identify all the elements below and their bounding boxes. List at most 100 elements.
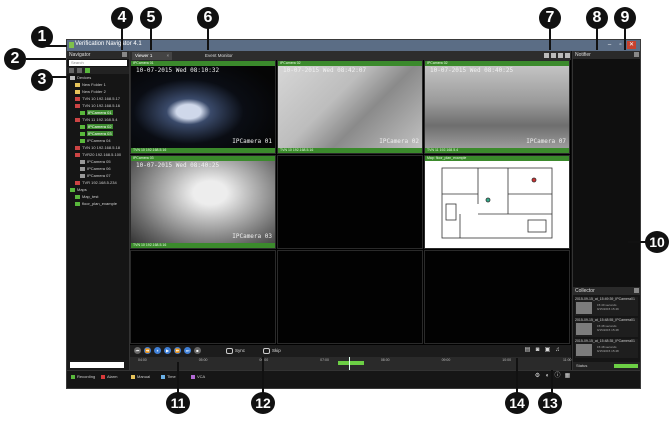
minimize-button[interactable]: – [605, 41, 614, 49]
collector-item[interactable]: 2015-09-15_at_15:49:39_IPCamera01 15:49 s… [575, 297, 638, 316]
layout-1x1-icon[interactable] [544, 53, 549, 58]
osd-camera-name: IPCamera 03 [232, 233, 272, 240]
camera-view-cell[interactable]: IPCamera 01 10-07-2015 Wed 08:10:32 IPCame… [130, 60, 276, 154]
notifier-title: Notifier [575, 52, 591, 58]
tree-item[interactable]: IPCamera 06 [67, 165, 129, 172]
tree-item-label: IPCamera 04 [87, 138, 111, 143]
expand-all-icon[interactable] [69, 68, 74, 73]
skip-start-button[interactable]: ⏮ [134, 347, 141, 354]
tree-item[interactable]: TVR 192.168.5.234 [67, 179, 129, 186]
tree-item[interactable]: IPCamera 01 [67, 109, 129, 116]
tree-item[interactable]: TVN 10 192.168.5.17 [67, 95, 129, 102]
floor-plan-image [441, 167, 553, 239]
add-icon[interactable] [85, 68, 90, 73]
skip-end-button[interactable]: ⏭ [184, 347, 191, 354]
camera-view-cell[interactable]: IPCamera 02 10-07-2015 Wed 08:40:25 IPCame… [424, 60, 570, 154]
pin-icon[interactable] [122, 52, 127, 57]
fast-forward-button[interactable]: ⏩ [174, 347, 181, 354]
map-view-cell[interactable]: Map: floor_plan_example [424, 155, 570, 249]
info-icon[interactable]: ⓘ [554, 373, 561, 380]
empty-view-cell[interactable] [130, 250, 276, 344]
stop-button[interactable]: ■ [194, 347, 201, 354]
settings-icon[interactable]: ⚙ [534, 373, 541, 380]
collector-item-caption: 2015-09-15_at_15:48:55_IPCamera01 [575, 318, 635, 322]
tree-item[interactable]: Maps [67, 186, 129, 193]
pause-button[interactable]: ⏸ [154, 347, 161, 354]
timeline-tick: 11:00 [563, 358, 572, 362]
pin-icon[interactable] [634, 288, 639, 293]
export-icon[interactable]: ▤ [524, 347, 531, 354]
panel-layout-icon[interactable]: ▦ [564, 373, 571, 380]
tree-item[interactable]: TVR20 192.168.5.100 [67, 151, 129, 158]
tree-item[interactable]: IPCamera 04 [67, 137, 129, 144]
collector-footer: Status [573, 362, 640, 370]
camera-view-cell[interactable]: IPCamera 03 10-07-2015 Wed 08:40:25 IPCame… [130, 155, 276, 249]
empty-view-cell[interactable] [277, 155, 423, 249]
collector-header: Collector [573, 287, 640, 295]
timeline-cursor[interactable] [349, 357, 350, 370]
viewer-area: Viewer 1 × Event Monitor IPCamera 01 10-07… [130, 51, 572, 370]
layout-menu-icon[interactable] [565, 53, 570, 58]
timeline[interactable]: 04:0005:0006:0007:0008:0009:0010:0011:00 [130, 357, 572, 370]
tree-node-icon [75, 103, 80, 108]
tree-item[interactable]: IPCamera 05 [67, 158, 129, 165]
callout-2: 2 [4, 48, 26, 70]
play-button[interactable]: ▶ [164, 347, 171, 354]
rewind-button[interactable]: ⏪ [144, 347, 151, 354]
tree-item[interactable]: TVN 10 192.168.5.16 [67, 102, 129, 109]
callout-13: 13 [538, 392, 562, 414]
collector-item-meta: 15:48 seconds 9/15/2015 15:48 [597, 345, 619, 353]
timeline-tick: 05:00 [198, 358, 208, 362]
skip-toggle[interactable]: Skip [263, 348, 281, 354]
pin-icon[interactable] [634, 52, 639, 57]
sync-toggle[interactable]: Sync [226, 348, 245, 354]
osd-timestamp: 10-07-2015 Wed 08:40:25 [136, 162, 220, 169]
tree-item[interactable]: TVN 10 192.168.5.18 [67, 144, 129, 151]
navigator-filter-input[interactable] [70, 362, 124, 368]
record-icon[interactable]: ▣ [544, 347, 551, 354]
collector-date: 9/15/2015 15:48 [597, 328, 619, 332]
navigator-search-input[interactable]: Search [69, 60, 127, 66]
tree-node-icon [80, 138, 85, 143]
tree-item[interactable]: Map_test [67, 193, 129, 200]
osd-timestamp: 10-07-2015 Wed 08:40:25 [430, 67, 514, 74]
legend-swatch [101, 374, 105, 379]
tree-node-icon [80, 159, 85, 164]
empty-view-cell[interactable] [277, 250, 423, 344]
tree-node-icon [70, 75, 75, 80]
layout-grid-icon[interactable] [551, 53, 556, 58]
tree-item-label: Maps [77, 187, 87, 192]
snapshot-icon[interactable]: ◙ [534, 347, 541, 354]
empty-view-cell[interactable] [424, 250, 570, 344]
cell-footer: TVN 10 192.168.5.16 [131, 243, 275, 248]
tree-item[interactable]: IPCamera 07 [67, 172, 129, 179]
cell-header: IPCamera 02 [425, 61, 569, 66]
camera-view-cell[interactable]: IPCamera 02 10-07-2015 Wed 08:42:07 IPCame… [277, 60, 423, 154]
tree-item[interactable]: Devices [67, 74, 129, 81]
osd-camera-name: IPCamera 01 [232, 138, 272, 145]
tree-item[interactable]: IPCamera 02 [67, 123, 129, 130]
tree-item[interactable]: IPCamera 03 [67, 130, 129, 137]
tree-item-label: floor_plan_example [82, 201, 117, 206]
alarm-icon[interactable]: ◐ [544, 373, 551, 380]
tree-item[interactable]: floor_plan_example [67, 200, 129, 207]
tab-event-monitor[interactable]: Event Monitor [202, 52, 236, 60]
callout-6: 6 [197, 7, 219, 29]
tree-item[interactable]: TVN 11 192.168.5.4 [67, 116, 129, 123]
legend-item: Recording [71, 374, 95, 379]
tree-item[interactable]: New Folder 1 [67, 81, 129, 88]
close-tab-icon[interactable]: × [166, 53, 169, 58]
microphone-icon[interactable]: ♫ [554, 347, 561, 354]
collector-item[interactable]: 2015-09-15_at_15:48:35_IPCamera01 15:48 s… [575, 339, 638, 358]
tree-item[interactable]: New Folder 2 [67, 88, 129, 95]
osd-timestamp: 10-07-2015 Wed 08:10:32 [136, 67, 220, 74]
legend-item: Manual [131, 374, 150, 379]
tab-viewer-1[interactable]: Viewer 1 × [132, 52, 173, 60]
cell-header: IPCamera 03 [131, 156, 275, 161]
close-button[interactable]: ✕ [627, 41, 636, 49]
collector-item[interactable]: 2015-09-15_at_15:48:55_IPCamera01 15:48 s… [575, 318, 638, 337]
tree-item-label: New Folder 1 [82, 82, 106, 87]
legend-item: VCA [191, 374, 205, 379]
layout-fullscreen-icon[interactable] [558, 53, 563, 58]
folder-icon[interactable] [77, 68, 82, 73]
